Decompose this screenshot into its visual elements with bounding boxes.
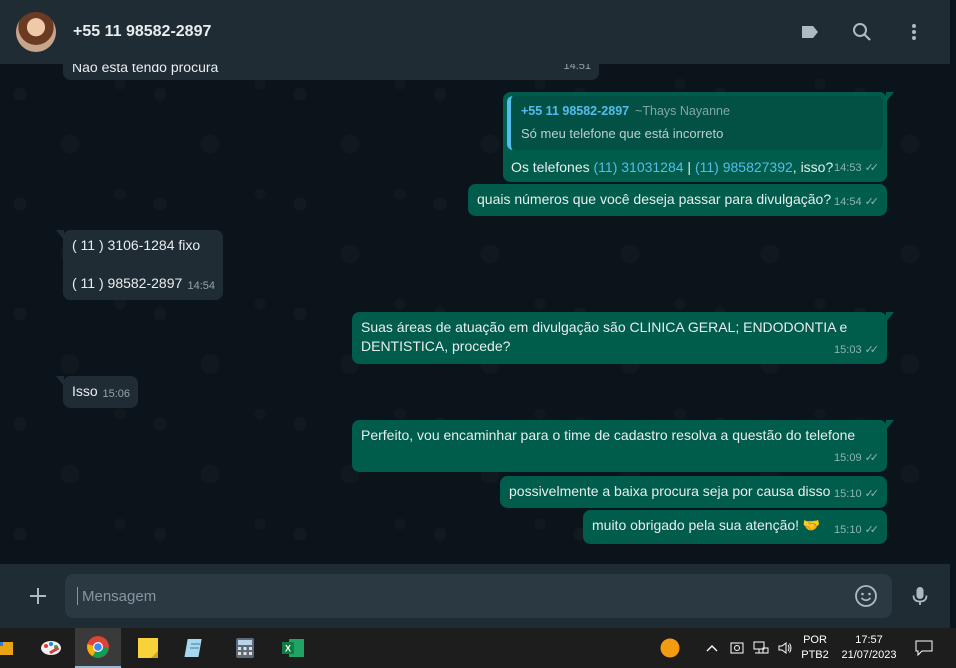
message-outgoing-reply[interactable]: +55 11 98582-2897 ~Thays Nayanne Só meu t… xyxy=(503,92,894,182)
message-time-wrap: 14:53 ✓✓ xyxy=(834,159,879,178)
message-incoming[interactable]: Não está tendo procura 14:51 xyxy=(63,64,599,80)
message-text: Suas áreas de atuação em divulgação são … xyxy=(361,319,848,335)
double-check-icon: ✓✓ xyxy=(864,452,880,464)
message-time: 15:10 xyxy=(834,488,862,500)
chat-area[interactable]: Não está tendo procura 14:51 +55 11 9858… xyxy=(0,64,950,564)
message-time-wrap: 15:09 ✓✓ xyxy=(834,449,879,468)
message-input[interactable] xyxy=(77,587,837,605)
tray-clock[interactable]: 17:57 21/07/2023 xyxy=(836,628,902,668)
quote-author: +55 11 98582-2897 xyxy=(521,104,630,118)
attach-plus-icon[interactable] xyxy=(26,584,50,608)
double-check-icon: ✓✓ xyxy=(864,196,880,208)
tray-orange-circle-icon[interactable] xyxy=(656,628,684,668)
message-time: 15:06 xyxy=(102,388,130,400)
phone-link[interactable]: (11) 31031284 xyxy=(594,159,684,175)
double-check-icon: ✓✓ xyxy=(864,488,880,500)
message-time-wrap: 15:03 ✓✓ xyxy=(834,341,879,360)
message-outgoing[interactable]: muito obrigado pela sua atenção! 🤝 15:10… xyxy=(583,510,887,544)
message-time: 15:03 xyxy=(834,344,862,356)
message-time: 14:53 xyxy=(834,162,862,174)
tray-language[interactable]: POR PTB2 xyxy=(798,628,832,668)
message-text: Os telefones xyxy=(511,159,594,175)
message-time: 15:10 xyxy=(834,524,862,536)
chat-header: +55 11 98582-2897 xyxy=(0,0,950,64)
message-text: Perfeito, vou encaminhar para o time de … xyxy=(361,427,856,443)
message-time: 14:54 xyxy=(834,196,862,208)
message-outgoing[interactable]: Suas áreas de atuação em divulgação são … xyxy=(352,312,894,364)
double-check-icon: ✓✓ xyxy=(864,344,880,356)
message-composer xyxy=(0,564,956,628)
message-text: muito obrigado pela sua atenção! 🤝 xyxy=(592,517,821,533)
message-time: 14:54 xyxy=(187,280,215,292)
windows-taskbar: X POR PTB2 17:57 21/07/2023 xyxy=(0,628,956,668)
message-outgoing[interactable]: quais números que você deseja passar par… xyxy=(468,184,887,216)
message-text: DENTISTICA, procede? xyxy=(361,338,511,354)
separator-text: | xyxy=(683,159,695,175)
notification-center-icon[interactable] xyxy=(910,628,938,668)
phone-link[interactable]: (11) 985827392 xyxy=(695,159,793,175)
tray-volume-icon[interactable] xyxy=(774,628,796,668)
clock-time: 17:57 xyxy=(855,634,883,646)
svg-text:X: X xyxy=(285,644,291,654)
double-check-icon: ✓✓ xyxy=(864,524,880,536)
tray-network-sync-icon[interactable] xyxy=(726,628,748,668)
tray-chevron-up-icon[interactable] xyxy=(702,628,722,668)
quote-alias: ~Thays Nayanne xyxy=(635,104,730,118)
label-icon[interactable] xyxy=(798,20,822,44)
quoted-message[interactable]: +55 11 98582-2897 ~Thays Nayanne Só meu t… xyxy=(507,96,883,150)
message-outgoing[interactable]: Perfeito, vou encaminhar para o time de … xyxy=(352,420,894,472)
double-check-icon: ✓✓ xyxy=(864,162,880,174)
message-body: Os telefones (11) 31031284 | (11) 985827… xyxy=(507,158,883,177)
emoji-icon[interactable] xyxy=(854,584,878,608)
message-input-wrap xyxy=(65,574,892,618)
message-time: 14:51 xyxy=(563,64,591,72)
message-text: possivelmente a baixa procura seja por c… xyxy=(509,483,831,499)
microphone-icon[interactable] xyxy=(908,584,932,608)
message-time-wrap: 15:10 ✓✓ xyxy=(834,485,879,504)
header-actions xyxy=(798,20,934,44)
chat-scrollbar[interactable] xyxy=(950,386,956,564)
message-time-wrap: 15:10 ✓✓ xyxy=(834,521,879,540)
message-text: quais números que você deseja passar par… xyxy=(477,191,832,207)
language-code: POR xyxy=(803,634,827,646)
taskbar-excel-icon[interactable]: X xyxy=(270,628,316,668)
taskbar-chrome-icon[interactable] xyxy=(75,628,121,668)
search-icon[interactable] xyxy=(850,20,874,44)
taskbar-app-icon[interactable] xyxy=(0,628,28,668)
quote-text: Só meu telefone que está incorreto xyxy=(521,126,724,141)
contact-name[interactable]: +55 11 98582-2897 xyxy=(73,23,211,41)
message-text: Isso xyxy=(72,383,98,399)
message-text: ( 11 ) 3106-1284 fixo xyxy=(72,237,201,253)
whatsapp-window: +55 11 98582-2897 Não está tendo procura… xyxy=(0,0,956,628)
message-text: Não está tendo procura xyxy=(72,64,219,75)
taskbar-paint-icon[interactable] xyxy=(28,628,74,668)
contact-avatar[interactable] xyxy=(16,12,56,52)
tray-ethernet-icon[interactable] xyxy=(750,628,772,668)
message-time-wrap: 14:54 ✓✓ xyxy=(834,193,879,212)
taskbar-notepad-icon[interactable] xyxy=(172,628,218,668)
message-incoming[interactable]: Isso 15:06 xyxy=(56,376,138,408)
message-outgoing[interactable]: possivelmente a baixa procura seja por c… xyxy=(500,476,887,508)
taskbar-calculator-icon[interactable] xyxy=(222,628,268,668)
keyboard-layout: PTB2 xyxy=(801,649,829,661)
message-incoming[interactable]: ( 11 ) 3106-1284 fixo ( 11 ) 98582-2897 … xyxy=(56,230,223,300)
clock-date: 21/07/2023 xyxy=(841,649,897,661)
taskbar-sticky-notes-icon[interactable] xyxy=(125,628,171,668)
message-text: , isso? xyxy=(792,159,834,175)
message-time: 15:09 xyxy=(834,452,862,464)
menu-dots-icon[interactable] xyxy=(902,20,926,44)
